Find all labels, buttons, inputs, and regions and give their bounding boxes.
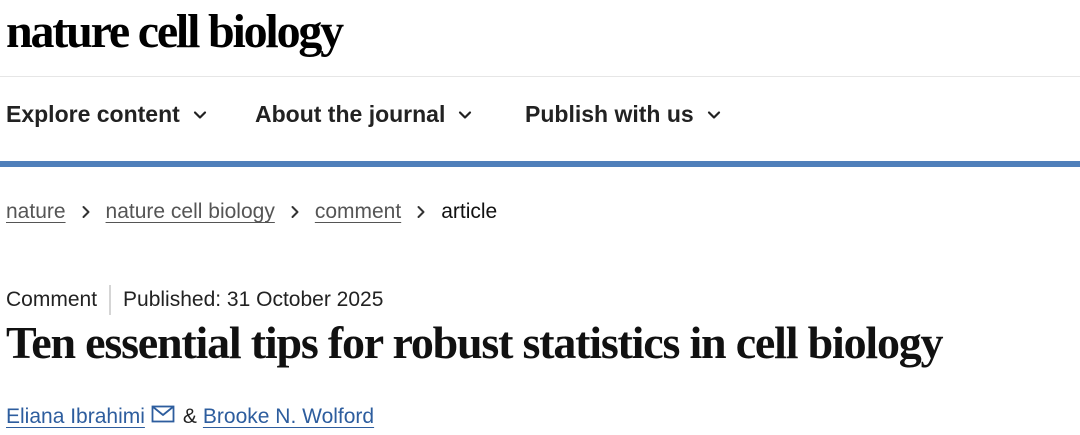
chevron-right-icon [417,206,425,218]
breadcrumb: nature nature cell biology comment artic… [6,200,497,224]
author-link[interactable]: Eliana Ibrahimi [6,405,145,429]
main-nav: Explore content About the journal Publis… [0,77,1080,161]
breadcrumb-comment[interactable]: comment [315,200,401,224]
masthead: nature cell biology [0,0,1080,77]
published-date: Published: 31 October 2025 [123,288,384,311]
nav-about-journal[interactable]: About the journal [255,101,473,128]
nav-explore-content[interactable]: Explore content [6,101,208,128]
nav-accent-rule [0,161,1080,167]
breadcrumb-current: article [441,200,498,223]
author-separator: & [182,405,197,428]
breadcrumb-nature[interactable]: nature [6,200,66,224]
article-meta: Comment Published: 31 October 2025 [6,285,383,315]
chevron-right-icon [291,206,299,218]
journal-logo[interactable]: nature cell biology [6,2,344,62]
chevron-down-icon [459,110,472,119]
chevron-right-icon [82,206,90,218]
mail-icon[interactable] [151,405,175,423]
article-type: Comment [6,288,98,311]
chevron-down-icon [193,110,206,119]
meta-divider [109,285,112,315]
article-title: Ten essential tips for robust statistics… [6,317,944,368]
author-link[interactable]: Brooke N. Wolford [203,405,374,429]
breadcrumb-nature-cell-biology[interactable]: nature cell biology [106,200,275,224]
nav-item-label: Explore content [6,101,180,127]
author-list: Eliana Ibrahimi & Brooke N. Wolford [6,405,374,429]
nav-item-label: Publish with us [525,101,694,127]
nav-item-label: About the journal [255,101,446,127]
chevron-down-icon [707,110,720,119]
nav-publish-with-us[interactable]: Publish with us [525,101,722,128]
